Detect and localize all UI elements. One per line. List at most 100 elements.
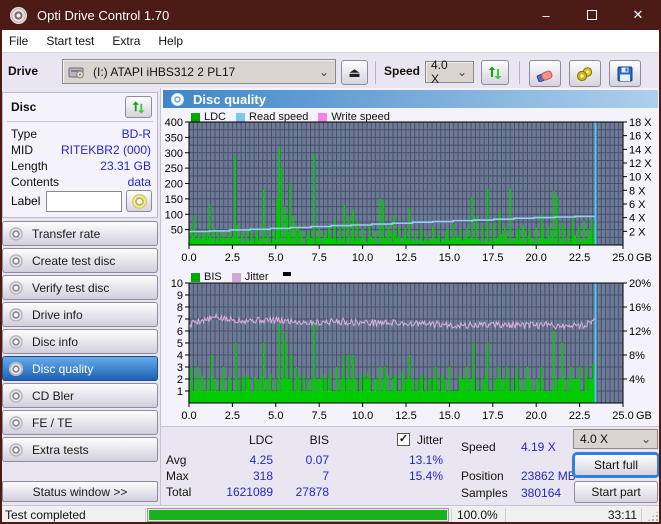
drive-select[interactable]: (I:) ATAPI iHBS312 2 PL17 ⌄ [62,59,336,84]
app-window: Opti Drive Control 1.70 – ✕ File Start t… [0,0,661,524]
svg-text:0.0: 0.0 [181,410,196,422]
jitter-checkbox[interactable]: ✓ [397,433,410,446]
svg-text:12 X: 12 X [629,158,652,170]
tools-button[interactable] [569,60,601,87]
save-button[interactable] [609,60,641,87]
svg-text:10: 10 [171,278,183,290]
ldc-read-speed-chart: 400 350 300 250 200 150 100 50 18 X 16 X14 X 12 X 1… [165,117,653,264]
divider [505,508,506,523]
svg-text:5.0: 5.0 [268,252,283,264]
sidebar-item-verify-test-disc[interactable]: Verify test disc [2,275,158,300]
sidebar-item-disc-quality[interactable]: Disc quality [2,356,158,381]
window-border [0,0,2,524]
bis-jitter-chart: 10987654321 20% 16% 12% 8% 4% 0.0 2.5 5.0 7.5 10.0… [171,278,652,422]
menu-start-test[interactable]: Start test [37,30,103,52]
label-field-caption: Label [11,194,41,208]
total-bis-value: 27878 [295,485,329,499]
svg-text:25.0: 25.0 [612,252,633,264]
svg-text:20.0: 20.0 [525,252,546,264]
jitter-checkbox-label: Jitter [417,433,444,447]
svg-text:7.5: 7.5 [312,252,327,264]
test-speed-value: 4.0 X [580,432,609,446]
svg-text:6: 6 [177,326,183,338]
svg-text:16 X: 16 X [629,131,652,143]
disc-info-panel: Disc Type BD-R MID RITEKBR2 (000) Length… [2,92,158,218]
speed-select[interactable]: 4.0 X ⌄ [425,58,474,86]
close-button[interactable]: ✕ [615,0,661,30]
speed-result-label: Speed [461,440,496,454]
avg-ldc-value: 4.25 [249,453,273,467]
drive-label: Drive [8,64,39,78]
svg-text:5: 5 [177,338,183,350]
menu-file[interactable]: File [0,30,37,52]
sidebar-item-transfer-rate[interactable]: Transfer rate [2,221,158,246]
sidebar-item-fe-te[interactable]: FE / TE [2,410,158,435]
svg-text:200: 200 [165,179,183,191]
progress-bar [147,508,449,522]
divider [145,508,146,523]
menu-help[interactable]: Help [149,30,192,52]
disc-label-button[interactable] [126,190,153,212]
total-ldc-value: 1621089 [226,485,273,499]
drive-select-value: (I:) ATAPI iHBS312 2 PL17 [93,64,236,79]
refresh-drive-button[interactable] [481,60,509,85]
minimize-button[interactable]: – [523,0,569,30]
sidebar: Disc Type BD-R MID RITEKBR2 (000) Length… [0,88,160,505]
svg-text:5.0: 5.0 [268,410,283,422]
start-part-button[interactable]: Start part [574,481,658,503]
progress-percent: 100.0% [457,508,498,522]
chevron-down-icon: ⌄ [318,64,329,79]
elapsed-time: 33:11 [607,508,637,522]
progress-fill [149,510,447,520]
svg-text:17.5: 17.5 [482,410,503,422]
sidebar-item-label: Drive info [32,307,83,322]
toolbar-separator [375,61,376,84]
sidebar-item-disc-info[interactable]: Disc info [2,329,158,354]
svg-text:2 X: 2 X [629,226,646,238]
samples-label: Samples [461,486,508,500]
field-label: Contents [11,175,60,189]
svg-text:17.5: 17.5 [482,252,503,264]
disc-label-input[interactable] [46,190,123,212]
disc-quality-panel: Disc quality LDC Read speed Write speed … [160,88,660,505]
app-disc-icon [10,6,27,24]
field-value: BD-R [121,127,151,141]
status-window-button[interactable]: Status window >> [2,481,158,502]
sidebar-item-drive-info[interactable]: Drive info [2,302,158,327]
field-label: MID [11,143,33,157]
svg-text:10.0: 10.0 [352,410,373,422]
svg-text:20.0: 20.0 [525,410,546,422]
speed-result-value: 4.19 X [521,440,556,454]
refresh-arrows-icon [488,66,502,79]
sidebar-item-cd-bler[interactable]: CD Bler [2,383,158,408]
cd-icon [131,193,147,209]
speed-label: Speed [384,64,421,78]
menu-extra[interactable]: Extra [103,30,149,52]
disc-icon [9,361,23,376]
field-label: Length [11,159,48,173]
refresh-disc-button[interactable] [125,96,152,118]
sidebar-item-create-test-disc[interactable]: Create test disc [2,248,158,273]
test-speed-select[interactable]: 4.0 X ⌄ [573,429,658,449]
disc-field-mid: MID RITEKBR2 (000) [11,143,151,157]
sidebar-item-extra-tests[interactable]: Extra tests [2,437,158,462]
svg-text:4%: 4% [629,374,645,386]
svg-text:GB: GB [636,252,652,264]
check-icon: ✓ [398,433,409,445]
results-panel: LDC BIS ✓ Jitter Avg 4.25 0.07 13.1% Max… [161,426,660,505]
svg-text:8: 8 [177,302,183,314]
start-full-button[interactable]: Start full [574,454,658,476]
toolbar-separator [519,61,520,84]
field-value: 23.31 GB [100,159,151,173]
resize-grip[interactable] [647,510,659,522]
maximize-button[interactable] [569,0,615,30]
eject-button[interactable]: ⏏ [341,60,368,85]
svg-text:20%: 20% [629,278,651,290]
erase-disc-button[interactable] [529,60,561,87]
row-label: Max [166,469,189,483]
gears-icon [576,66,593,81]
refresh-arrows-icon [132,100,145,114]
svg-text:22.5: 22.5 [569,252,590,264]
svg-text:3: 3 [177,362,183,374]
svg-text:12.5: 12.5 [395,410,416,422]
